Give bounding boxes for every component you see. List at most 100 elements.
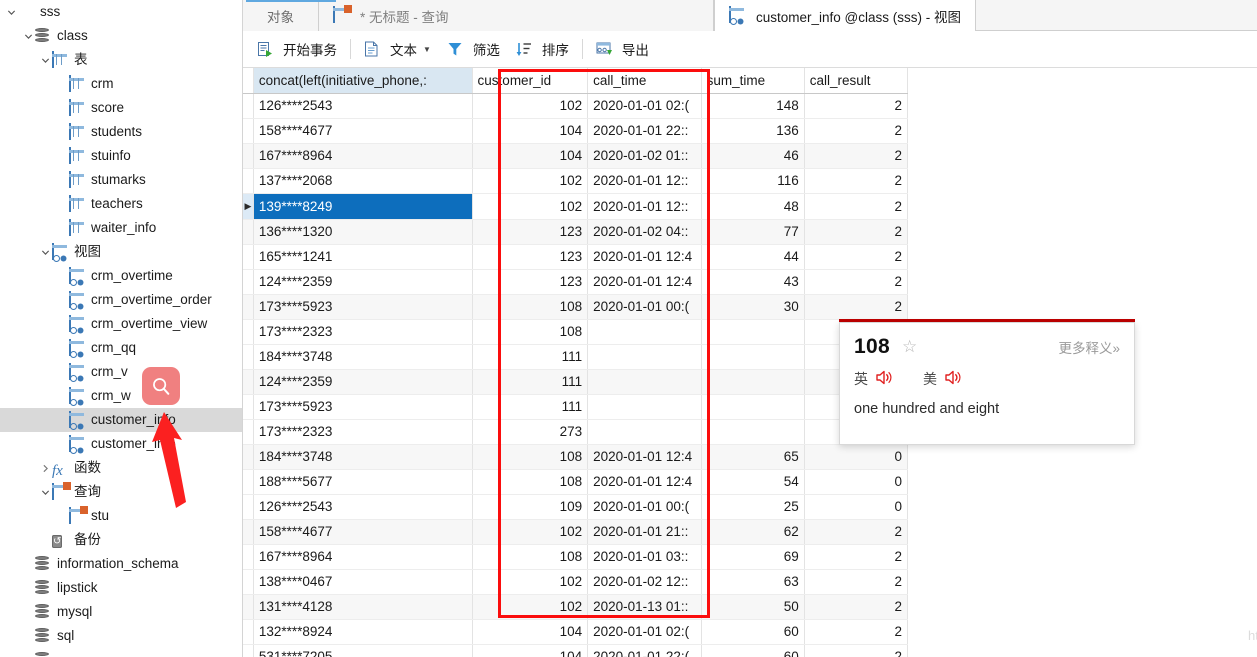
- cell-call-result[interactable]: 2: [804, 219, 909, 245]
- row-marker[interactable]: [243, 394, 254, 420]
- table-row[interactable]: 188****5677 108 2020-01-01 12:4 54 0: [243, 469, 909, 495]
- chevron-down-icon[interactable]: [38, 240, 52, 264]
- result-table-body[interactable]: 126****2543 102 2020-01-01 02:(148 2 158****…: [243, 93, 909, 657]
- cell-phone[interactable]: 124****2359: [253, 369, 473, 395]
- cell-call-time[interactable]: 2020-01-01 22::: [587, 118, 702, 144]
- dictionary-popup[interactable]: 108 ☆ 更多释义» 英 美 one hundred and eight: [839, 322, 1135, 445]
- sidebar-item--[interactable]: 表: [0, 48, 242, 72]
- text-button[interactable]: 文本 ▼: [356, 36, 439, 62]
- cell-sum-time[interactable]: 63: [701, 569, 805, 595]
- cell-phone[interactable]: 173****5923: [253, 394, 473, 420]
- row-marker[interactable]: [243, 619, 254, 645]
- cell-sum-time[interactable]: 60: [701, 619, 805, 645]
- cell-customer-id[interactable]: 111: [472, 369, 589, 395]
- cell-call-result[interactable]: 2: [804, 118, 909, 144]
- table-row[interactable]: 165****1241 123 2020-01-01 12:4 44 2: [243, 244, 909, 270]
- row-marker[interactable]: ▶: [243, 193, 254, 220]
- table-row[interactable]: 173****23232732: [243, 419, 909, 445]
- cell-sum-time[interactable]: 25: [701, 494, 805, 520]
- table-row[interactable]: 167****8964 104 2020-01-02 01:: 46 2: [243, 143, 909, 169]
- tab-bar[interactable]: 对象 * 无标题 - 查询 customer_info @class (sss)…: [243, 0, 1257, 31]
- cell-sum-time[interactable]: [701, 369, 805, 395]
- cell-customer-id[interactable]: 102: [472, 168, 589, 194]
- cell-phone[interactable]: 139****8249: [253, 193, 473, 220]
- chevron-down-icon[interactable]: [4, 0, 18, 24]
- column-header-phone[interactable]: concat(left(initiative_phone,:: [253, 68, 473, 94]
- row-marker[interactable]: [243, 544, 254, 570]
- cell-phone[interactable]: 167****8964: [253, 143, 473, 169]
- cell-sum-time[interactable]: 46: [701, 143, 805, 169]
- cell-call-time[interactable]: [587, 369, 702, 395]
- cell-call-result[interactable]: 2: [804, 619, 909, 645]
- chevron-down-icon[interactable]: [21, 24, 35, 48]
- table-row[interactable]: 167****8964 108 2020-01-01 03:: 69 2: [243, 544, 909, 570]
- cell-call-result[interactable]: 2: [804, 143, 909, 169]
- row-marker[interactable]: [243, 644, 254, 657]
- cell-sum-time[interactable]: 69: [701, 544, 805, 570]
- cell-customer-id[interactable]: 102: [472, 594, 589, 620]
- cell-call-time[interactable]: 2020-01-01 00:(: [587, 294, 702, 320]
- table-row[interactable]: 184****37481112: [243, 344, 909, 370]
- cell-call-time[interactable]: 2020-01-01 12::: [587, 193, 702, 220]
- cell-sum-time[interactable]: 62: [701, 519, 805, 545]
- sidebar-item-stu[interactable]: stu: [0, 504, 242, 528]
- sidebar-item-students[interactable]: students: [0, 120, 242, 144]
- cell-call-result[interactable]: 2: [804, 594, 909, 620]
- cell-phone[interactable]: 126****2543: [253, 93, 473, 119]
- table-row[interactable]: 137****2068 102 2020-01-01 12:: 116 2: [243, 168, 909, 194]
- row-marker[interactable]: [243, 118, 254, 144]
- cell-customer-id[interactable]: 104: [472, 143, 589, 169]
- table-row[interactable]: 184****3748 108 2020-01-01 12:4 65 0: [243, 444, 909, 470]
- cell-call-time[interactable]: 2020-01-01 12:4: [587, 269, 702, 295]
- sidebar-item-class[interactable]: class: [0, 24, 242, 48]
- sidebar-item-lipstick[interactable]: lipstick: [0, 576, 242, 600]
- sort-button[interactable]: 排序: [508, 36, 577, 62]
- sidebar-item-sss[interactable]: sss: [0, 0, 242, 24]
- cell-call-time[interactable]: 2020-01-02 01::: [587, 143, 702, 169]
- cell-call-time[interactable]: 2020-01-01 12:4: [587, 444, 702, 470]
- filter-button[interactable]: 筛选: [439, 36, 508, 62]
- cell-call-time[interactable]: [587, 394, 702, 420]
- sidebar-item-waiter_info[interactable]: waiter_info: [0, 216, 242, 240]
- cell-customer-id[interactable]: 104: [472, 644, 589, 657]
- table-row[interactable]: 531****7205 104 2020-01-01 22:(60 2: [243, 644, 909, 657]
- column-header-sum-time[interactable]: sum_time: [701, 68, 805, 94]
- cell-customer-id[interactable]: 123: [472, 244, 589, 270]
- row-marker[interactable]: [243, 469, 254, 495]
- row-marker[interactable]: [243, 294, 254, 320]
- sidebar-item-crm_v[interactable]: crm_v: [0, 360, 242, 384]
- sidebar-item-crm[interactable]: crm: [0, 72, 242, 96]
- sidebar-item-score[interactable]: score: [0, 96, 242, 120]
- cell-customer-id[interactable]: 108: [472, 294, 589, 320]
- cell-sum-time[interactable]: [701, 419, 805, 445]
- cell-customer-id[interactable]: 102: [472, 93, 589, 119]
- table-row[interactable]: 131****4128 102 2020-01-13 01:: 50 2: [243, 594, 909, 620]
- cell-sum-time[interactable]: 48: [701, 193, 805, 220]
- cell-call-time[interactable]: 2020-01-01 03::: [587, 544, 702, 570]
- cell-call-time[interactable]: 2020-01-01 02:(: [587, 619, 702, 645]
- cell-call-result[interactable]: 2: [804, 519, 909, 545]
- cell-customer-id[interactable]: 102: [472, 569, 589, 595]
- more-definitions-link[interactable]: 更多释义»: [1058, 337, 1120, 357]
- export-button[interactable]: 导出: [588, 36, 657, 62]
- cell-sum-time[interactable]: 77: [701, 219, 805, 245]
- table-row[interactable]: 173****5923 108 2020-01-01 00:(30 2: [243, 294, 909, 320]
- cell-call-time[interactable]: 2020-01-01 21::: [587, 519, 702, 545]
- row-marker[interactable]: [243, 519, 254, 545]
- cell-call-time[interactable]: 2020-01-02 12::: [587, 569, 702, 595]
- cell-call-result[interactable]: 2: [804, 168, 909, 194]
- sidebar-item-customer_info[interactable]: customer_info: [0, 432, 242, 456]
- chevron-right-icon[interactable]: [38, 456, 52, 480]
- sidebar-item-sql[interactable]: sql: [0, 624, 242, 648]
- cell-customer-id[interactable]: 104: [472, 118, 589, 144]
- cell-customer-id[interactable]: 123: [472, 269, 589, 295]
- cell-customer-id[interactable]: 108: [472, 544, 589, 570]
- row-marker[interactable]: [243, 494, 254, 520]
- cell-call-time[interactable]: 2020-01-13 01::: [587, 594, 702, 620]
- table-row[interactable]: 158****4677 104 2020-01-01 22:: 136 2: [243, 118, 909, 144]
- sidebar-item-crm_overtime[interactable]: crm_overtime: [0, 264, 242, 288]
- tab-customer-info-view[interactable]: customer_info @class (sss) - 视图: [714, 0, 976, 31]
- column-header-call-result[interactable]: call_result: [804, 68, 909, 94]
- object-tree-sidebar[interactable]: sss class 表 crm score students stuinfo stumarks…: [0, 0, 243, 657]
- cell-phone[interactable]: 167****8964: [253, 544, 473, 570]
